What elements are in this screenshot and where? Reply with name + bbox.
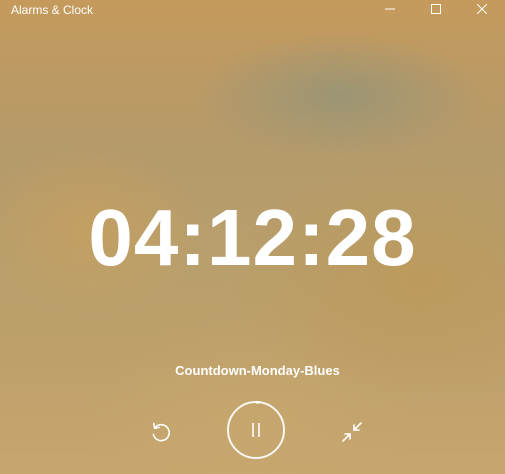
reset-icon bbox=[152, 422, 170, 442]
pause-button[interactable] bbox=[227, 401, 285, 459]
compact-view-button[interactable] bbox=[337, 417, 367, 447]
timer-name: Countdown-Monday-Blues bbox=[175, 363, 340, 378]
maximize-icon bbox=[431, 4, 441, 14]
minimize-icon bbox=[385, 8, 395, 10]
app-title: Alarms & Clock bbox=[11, 3, 94, 17]
minimize-button[interactable] bbox=[367, 0, 413, 18]
maximize-button[interactable] bbox=[413, 0, 459, 18]
window-controls bbox=[367, 0, 505, 18]
close-icon bbox=[477, 4, 487, 14]
collapse-icon bbox=[342, 422, 362, 442]
progress-ring bbox=[255, 401, 260, 404]
close-button[interactable] bbox=[459, 0, 505, 18]
reset-button[interactable] bbox=[146, 417, 176, 447]
timer-display: 04:12:28 bbox=[88, 193, 417, 282]
title-bar: Alarms & Clock bbox=[0, 0, 505, 30]
